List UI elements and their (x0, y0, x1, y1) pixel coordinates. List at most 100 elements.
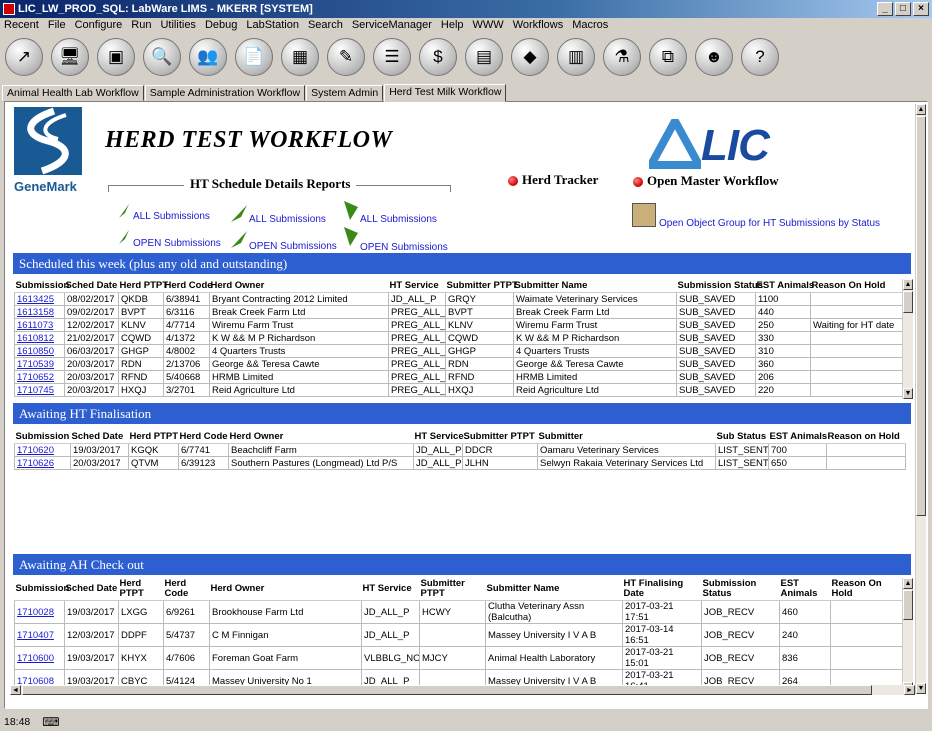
column-header[interactable]: Sched Date (64, 578, 119, 601)
person-icon[interactable]: ☻ (695, 38, 733, 76)
column-header[interactable]: HT Service (388, 279, 446, 293)
column-header[interactable]: Sched Date (70, 430, 129, 444)
submission-link[interactable]: 1710407 (14, 623, 65, 647)
column-header[interactable]: Sched Date (64, 279, 119, 293)
column-header[interactable]: Herd Owner (209, 279, 389, 293)
flow-icon[interactable]: ⧉ (649, 38, 687, 76)
open-master-workflow-link[interactable]: Open Master Workflow (647, 173, 779, 189)
column-header[interactable]: EST Animals (755, 279, 814, 293)
menu-www[interactable]: WWW (473, 19, 504, 31)
menu-file[interactable]: File (48, 19, 66, 31)
submission-link[interactable]: 1613425 (14, 292, 65, 306)
shapes-icon[interactable]: ◆ (511, 38, 549, 76)
column-header[interactable]: Submitter (537, 430, 716, 444)
column-header[interactable]: Herd PTPT (118, 279, 168, 293)
menu-run[interactable]: Run (131, 19, 151, 31)
menu-labstation[interactable]: LabStation (246, 19, 299, 31)
submission-link[interactable]: 1710745 (14, 383, 65, 397)
scroll-up-icon[interactable]: ▲ (916, 104, 926, 115)
page-scrollbar[interactable]: ▲ ▼ (915, 104, 926, 694)
menu-configure[interactable]: Configure (75, 19, 123, 31)
column-header[interactable]: Sub Status (715, 430, 769, 444)
finalisation-row[interactable]: 1710626 20/03/2017 QTVM 6/39123 Southern Pas… (14, 456, 906, 470)
open-submissions-link-2[interactable]: OPEN Submissions (249, 241, 337, 252)
submission-link[interactable]: 1610850 (14, 344, 65, 358)
column-header[interactable]: Herd Owner (228, 430, 414, 444)
column-header[interactable]: Herd PTPT (128, 430, 179, 444)
monitor-icon[interactable]: ▣ (97, 38, 135, 76)
menu-servicemanager[interactable]: ServiceManager (352, 19, 432, 31)
menu-macros[interactable]: Macros (572, 19, 608, 31)
submission-link[interactable]: 1611073 (14, 318, 65, 332)
checkout-row[interactable]: 1710600 19/03/2017 KHYX 4/7606 Foreman Goat … (14, 646, 906, 670)
help-icon[interactable]: ? (741, 38, 779, 76)
submission-link[interactable]: 1710626 (14, 456, 71, 470)
checkout-row[interactable]: 1710407 12/03/2017 DDPF 5/4737 C M Finnigan J… (14, 623, 906, 647)
currency-icon[interactable]: $ (419, 38, 457, 76)
finalisation-row[interactable]: 1710620 19/03/2017 KGQK 6/7741 Beachcliff Fa… (14, 443, 906, 457)
menu-workflows[interactable]: Workflows (513, 19, 564, 31)
checkout-scrollbar[interactable]: ▲ ▼ (902, 578, 913, 693)
column-header[interactable]: Submission Status (701, 578, 780, 601)
column-header[interactable]: Herd Code (163, 279, 213, 293)
menu-recent[interactable]: Recent (4, 19, 39, 31)
users-icon[interactable]: 👥 (189, 38, 227, 76)
scheduled-row[interactable]: 1613425 08/02/2017 QKDB 6/38941 Bryant Contr… (14, 292, 906, 306)
menu-utilities[interactable]: Utilities (160, 19, 195, 31)
herd-tracker-link[interactable]: Herd Tracker (522, 172, 598, 188)
column-header[interactable]: Herd PTPT (118, 578, 164, 601)
sample-icon[interactable]: ⚗ (603, 38, 641, 76)
tab-system-admin[interactable]: System Admin (306, 85, 384, 101)
chart-icon[interactable]: ▥ (557, 38, 595, 76)
submission-link[interactable]: 1710028 (14, 600, 65, 624)
column-header[interactable]: Submitter PTPT (445, 279, 518, 293)
column-header[interactable]: Submitter Name (485, 578, 623, 601)
column-header[interactable]: Submitter Name (513, 279, 677, 293)
submission-link[interactable]: 1710539 (14, 357, 65, 371)
horizontal-scrollbar[interactable]: ◄ ► (10, 685, 915, 695)
scroll-thumb[interactable] (22, 685, 872, 695)
scroll-thumb[interactable] (903, 291, 913, 313)
column-header[interactable]: Herd Code (178, 430, 229, 444)
scheduled-row[interactable]: 1613158 09/02/2017 BVPT 6/3116 Break Creek F… (14, 305, 906, 319)
scroll-up-icon[interactable]: ▲ (903, 279, 913, 290)
scheduled-row[interactable]: 1610850 06/03/2017 GHGP 4/8002 4 Quarters Tr… (14, 344, 906, 358)
scroll-down-icon[interactable]: ▼ (916, 683, 926, 694)
scheduled-scrollbar[interactable]: ▲ ▼ (902, 279, 913, 399)
grid-icon[interactable]: ▤ (465, 38, 503, 76)
submission-link[interactable]: 1613158 (14, 305, 65, 319)
scheduled-row[interactable]: 1710539 20/03/2017 RDN 2/13706 George && Ter… (14, 357, 906, 371)
column-header[interactable]: Reason On Hold (810, 279, 906, 293)
menu-help[interactable]: Help (441, 19, 464, 31)
scroll-up-icon[interactable]: ▲ (903, 578, 913, 589)
submission-link[interactable]: 1710652 (14, 370, 65, 384)
column-header[interactable]: Herd Code (163, 578, 210, 601)
column-header[interactable]: HT Service (361, 578, 420, 601)
column-header[interactable]: EST Animals (768, 430, 827, 444)
minimize-button[interactable]: _ (877, 2, 893, 16)
column-header[interactable]: Reason On Hold (830, 578, 906, 601)
column-header[interactable]: Submission (14, 430, 71, 444)
open-submissions-link-1[interactable]: OPEN Submissions (133, 238, 221, 249)
maximize-button[interactable]: □ (895, 2, 911, 16)
column-header[interactable]: Reason on Hold (826, 430, 906, 444)
checkout-row[interactable]: 1710028 19/03/2017 LXGG 6/9261 Brookhouse Fa… (14, 600, 906, 624)
scroll-right-icon[interactable]: ► (904, 685, 915, 695)
submission-link[interactable]: 1710620 (14, 443, 71, 457)
document-icon[interactable]: 📄 (235, 38, 273, 76)
column-header[interactable]: Submitter PTPT (419, 578, 486, 601)
scheduled-row[interactable]: 1710652 20/03/2017 RFND 5/40668 HRMB Limited… (14, 370, 906, 384)
all-submissions-link-3[interactable]: ALL Submissions (360, 214, 437, 225)
scroll-down-icon[interactable]: ▼ (903, 388, 913, 399)
column-header[interactable]: Submission (14, 279, 69, 293)
column-header[interactable]: EST Animals (779, 578, 831, 601)
workflow-icon[interactable]: ↗ (5, 38, 43, 76)
open-submissions-link-3[interactable]: OPEN Submissions (360, 242, 448, 253)
report-icon[interactable]: 🔍 (143, 38, 181, 76)
all-submissions-link-2[interactable]: ALL Submissions (249, 214, 326, 225)
computer-icon[interactable]: 🖥 (51, 38, 89, 76)
scroll-thumb[interactable] (916, 116, 926, 516)
notes-icon[interactable]: ☰ (373, 38, 411, 76)
scroll-left-icon[interactable]: ◄ (10, 685, 21, 695)
scheduled-row[interactable]: 1611073 12/02/2017 KLNV 4/7714 Wiremu Farm T… (14, 318, 906, 332)
